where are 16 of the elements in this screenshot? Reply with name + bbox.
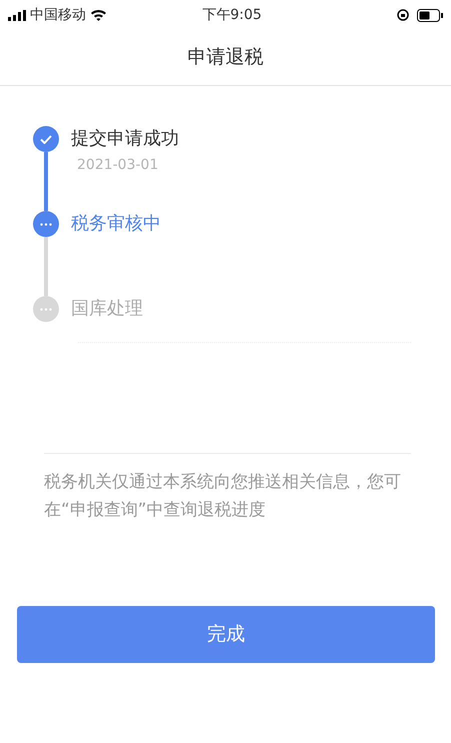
wifi-icon [90,9,107,21]
more-icon [40,308,52,310]
page-title: 申请退税 [188,45,264,70]
step-label: 税务审核中 [71,212,161,236]
done-button[interactable]: 完成 [17,606,435,663]
more-icon [40,222,52,226]
rotation-lock-icon [396,9,409,21]
info-text: 税务机关仅通过本系统向您推送相关信息，您可在“申报查询”中查询退税进度 [44,471,402,522]
check-icon [40,134,52,144]
signal-icon [8,10,26,20]
carrier-name: 中国移动 [30,6,86,24]
clock-time: 下午9:05 [202,6,262,24]
battery-icon [416,8,443,22]
step-label: 国库处理 [71,297,143,321]
step-date: 2021-03-01 [77,156,160,175]
step-label: 提交申请成功 [71,127,179,151]
